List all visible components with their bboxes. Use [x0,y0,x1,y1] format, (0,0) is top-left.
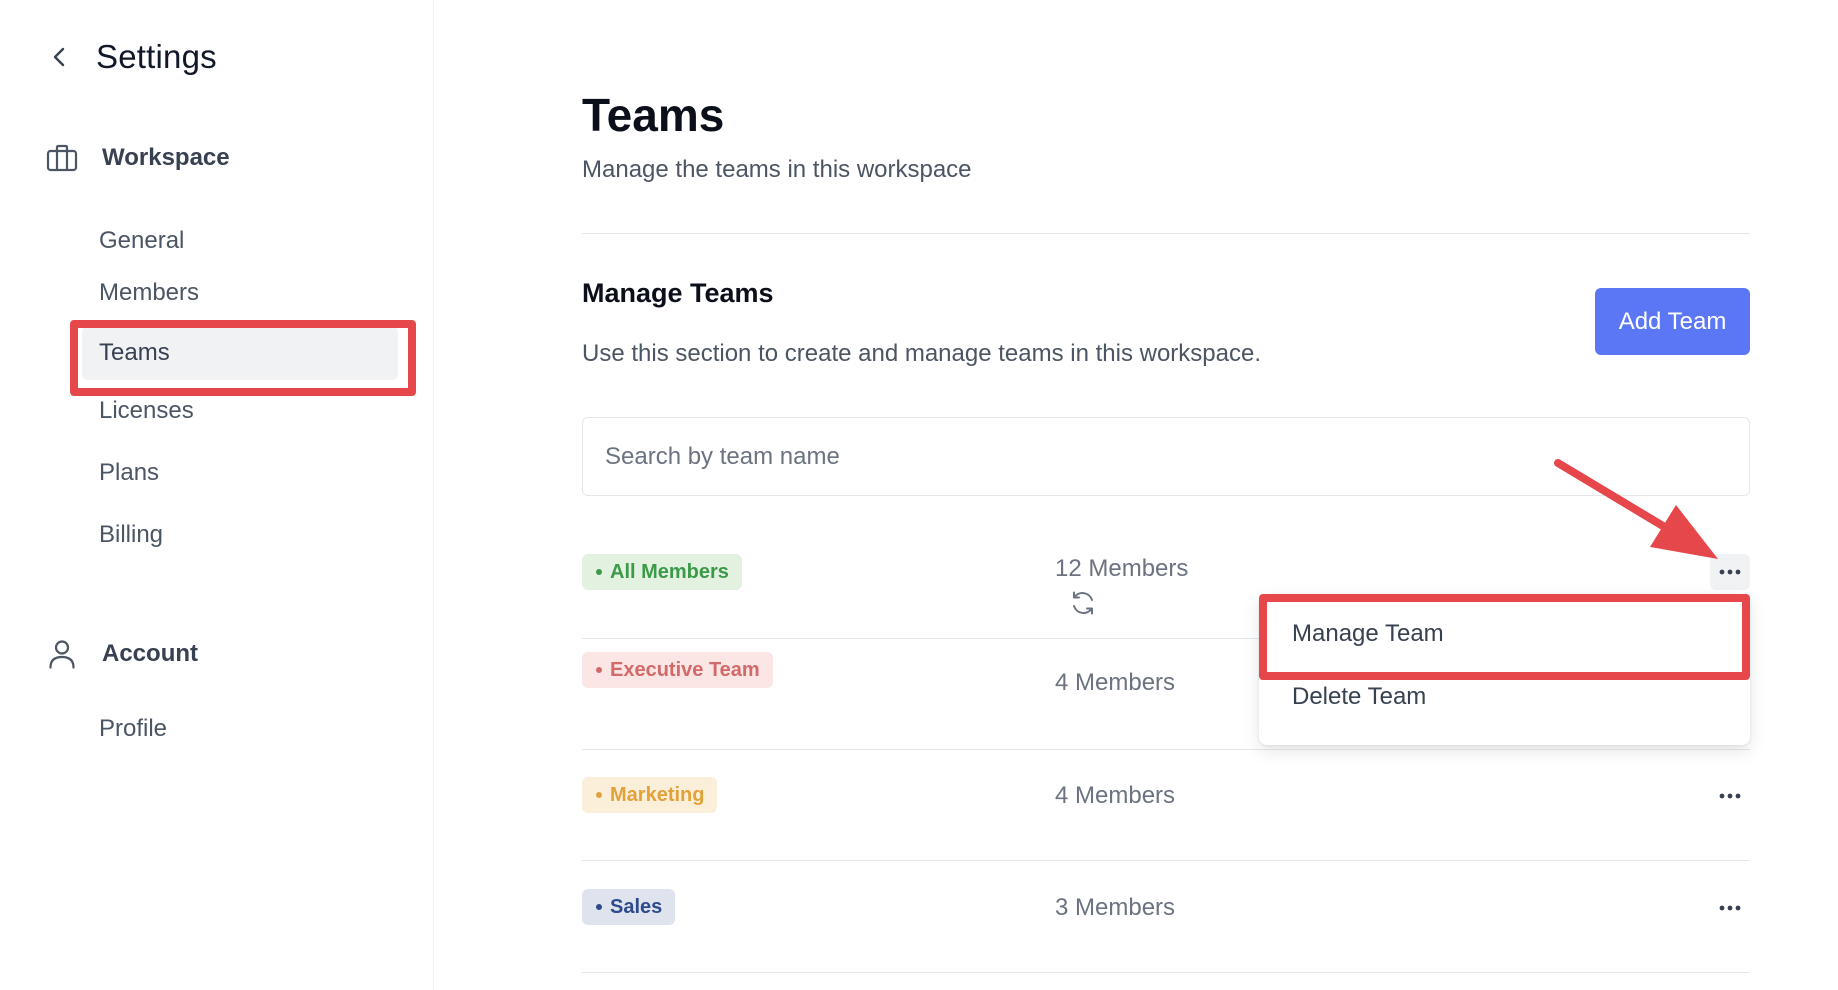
sidebar-item-billing[interactable]: Billing [82,508,398,562]
section-workspace: Workspace [46,142,230,174]
section-title: Manage Teams [582,278,774,308]
menu-item-delete-team[interactable]: Delete Team [1259,667,1750,727]
member-count: 4 Members [1055,782,1176,809]
team-actions-menu: Manage Team Delete Team [1259,594,1750,745]
table-row: Marketing 4 Members [582,750,1750,861]
dot-icon [596,904,602,910]
team-badge-sales[interactable]: Sales [582,889,676,925]
sidebar-title: Settings [96,38,217,75]
sidebar-item-label: Plans [99,459,160,486]
sidebar-item-label: Teams [99,339,170,366]
sidebar-item-label: Members [99,279,200,306]
member-count: 12 Members [1055,555,1189,582]
user-icon [46,638,78,670]
page-subtitle: Manage the teams in this workspace [582,156,972,183]
page-title: Teams [582,89,725,141]
more-options-button[interactable] [1710,554,1750,590]
sidebar-item-profile[interactable]: Profile [82,702,398,756]
section-account: Account [46,638,198,670]
sidebar-item-teams[interactable]: Teams [82,326,398,380]
ellipsis-icon [1719,905,1741,911]
sidebar-item-members[interactable]: Members [82,266,398,320]
section-label-workspace: Workspace [102,144,230,171]
team-badge-executive-team[interactable]: Executive Team [582,652,773,688]
member-count: 4 Members [1055,669,1176,696]
dot-icon [596,667,602,673]
sidebar-item-label: Licenses [99,397,194,424]
sync-icon[interactable] [1068,588,1098,618]
section-subtitle: Use this section to create and manage te… [582,340,1262,367]
sidebar-header: Settings [44,38,217,76]
briefcase-icon [46,142,78,174]
more-options-button[interactable] [1710,890,1750,926]
chevron-left-icon[interactable] [44,42,74,72]
table-row: Sales 3 Members [582,861,1750,973]
search-input[interactable] [582,417,1750,496]
team-badge-all-members[interactable]: All Members [582,554,742,590]
sidebar-item-label: Billing [99,521,164,548]
add-team-button[interactable]: Add Team [1595,288,1750,355]
more-options-button[interactable] [1710,778,1750,814]
sidebar-item-plans[interactable]: Plans [82,446,398,500]
team-badge-marketing[interactable]: Marketing [582,777,718,813]
member-count: 3 Members [1055,894,1176,921]
dot-icon [596,792,602,798]
ellipsis-icon [1719,793,1741,799]
settings-sidebar: Settings Workspace General Members Teams… [0,0,434,990]
ellipsis-icon [1719,569,1741,575]
sidebar-item-licenses[interactable]: Licenses [82,384,398,438]
section-label-account: Account [102,640,198,667]
menu-item-manage-team[interactable]: Manage Team [1259,604,1750,664]
sidebar-item-label: General [99,227,185,254]
sidebar-item-label: Profile [99,715,168,742]
divider [582,233,1750,234]
sidebar-item-general[interactable]: General [82,214,398,268]
dot-icon [596,569,602,575]
